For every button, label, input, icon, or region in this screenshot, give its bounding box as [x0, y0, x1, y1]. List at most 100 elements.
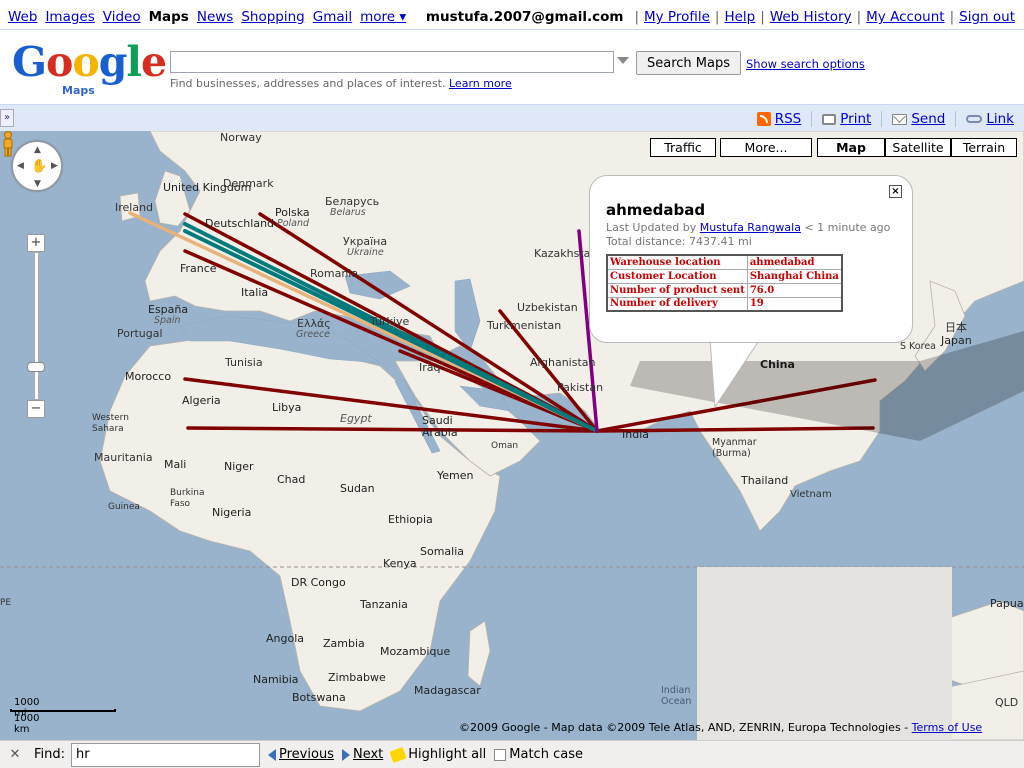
more-layers-button[interactable]: More... — [720, 138, 812, 157]
map-label: Iraq — [419, 361, 441, 374]
total-distance: Total distance: 7437.41 mi — [606, 235, 752, 248]
match-case-checkbox[interactable]: Match case — [494, 747, 583, 762]
search-history-dropdown-icon[interactable] — [617, 57, 629, 64]
arrow-left-icon — [268, 748, 277, 761]
hand-icon[interactable]: ✋ — [31, 159, 47, 174]
show-search-options-link[interactable]: Show search options — [746, 57, 865, 71]
account-nav: mustufa.2007@gmail.com | My Profile | He… — [425, 9, 1015, 25]
pan-down-icon[interactable]: ▼ — [34, 179, 41, 189]
pegman-icon[interactable] — [0, 131, 16, 157]
terms-of-use-link[interactable]: Terms of Use — [912, 721, 983, 734]
map-label: Indian Ocean — [661, 685, 692, 707]
help-link[interactable]: Help — [724, 9, 755, 25]
satellite-view-button[interactable]: Satellite — [885, 138, 951, 157]
map-label: Italia — [241, 286, 269, 299]
author-link[interactable]: Mustufa Rangwala — [700, 221, 801, 234]
zoom-in-button[interactable]: + — [27, 234, 45, 252]
logo-letter: G — [12, 38, 47, 86]
close-icon[interactable]: × — [889, 185, 902, 198]
map-view-button[interactable]: Map — [817, 138, 885, 157]
collapse-panel-button[interactable]: » — [0, 109, 14, 127]
map-label: Mauritania — [94, 451, 153, 464]
send-button[interactable]: Send — [892, 111, 945, 127]
logo-letter: g — [98, 38, 128, 86]
table-row: Warehouse location ahmedabad — [606, 254, 843, 270]
map-label: Romania — [310, 267, 359, 280]
map-label: Greece — [296, 329, 331, 340]
map-label: Sudan — [340, 482, 375, 495]
infowindow-pointer — [709, 339, 761, 409]
find-label: Find: — [34, 747, 66, 762]
map-label: Zimbabwe — [328, 671, 386, 684]
my-profile-link[interactable]: My Profile — [644, 9, 710, 25]
find-input[interactable] — [71, 742, 261, 767]
search-maps-button[interactable]: Search Maps — [636, 51, 741, 75]
map-label: Nigeria — [212, 506, 252, 519]
pan-up-icon[interactable]: ▲ — [34, 145, 41, 155]
close-find-bar-icon[interactable]: ✕ — [8, 747, 22, 762]
map-label: Morocco — [125, 370, 172, 383]
map-label: Uzbekistan — [517, 301, 578, 314]
map-label: Egypt — [340, 412, 372, 425]
web-history-link[interactable]: Web History — [770, 9, 852, 25]
infowindow-shadow — [630, 331, 1024, 441]
logo-sub: Maps — [62, 84, 95, 97]
google-bar: Web Images Video Maps News Shopping Gmai… — [0, 0, 1024, 30]
rss-button[interactable]: RSS — [756, 111, 801, 127]
map-label: Norway — [220, 131, 262, 144]
logo-letter: o — [72, 38, 99, 86]
nav-web[interactable]: Web — [8, 9, 37, 25]
search-input[interactable] — [170, 51, 614, 73]
google-maps-logo[interactable]: Google Maps — [12, 38, 167, 97]
unloaded-map-tile — [697, 567, 952, 740]
print-button[interactable]: Print — [822, 111, 871, 127]
checkbox-icon[interactable] — [494, 748, 507, 761]
my-account-link[interactable]: My Account — [866, 9, 944, 25]
learn-more-link[interactable]: Learn more — [449, 77, 512, 90]
map-label: Papua — [990, 597, 1024, 610]
logo-letter: l — [126, 38, 142, 86]
nav-news[interactable]: News — [197, 9, 233, 25]
map-label: Portugal — [117, 327, 163, 340]
search-header: Google Maps Search Maps Show search opti… — [0, 30, 1024, 104]
map-label: Ukraine — [347, 247, 384, 258]
map-toolbar: » RSS Print Send Link — [0, 104, 1024, 131]
nav-video[interactable]: Video — [103, 9, 141, 25]
highlight-all-button[interactable]: Highlight all — [389, 746, 486, 763]
pan-control[interactable]: ▲ ▼ ◀ ▶ ✋ — [12, 141, 62, 191]
sign-out-link[interactable]: Sign out — [959, 9, 1015, 25]
map-label: Afghanistan — [530, 356, 596, 369]
zoom-slider-track[interactable] — [34, 252, 39, 400]
find-previous-button[interactable]: Previous — [268, 747, 334, 762]
map-label: France — [180, 262, 217, 275]
landmass-uk — [154, 170, 191, 227]
map-label: Burkina Faso — [170, 488, 205, 509]
map-label: Tanzania — [360, 598, 408, 611]
table-row: Number of product sent 76.0 — [606, 282, 843, 298]
zoom-slider-thumb[interactable] — [27, 362, 45, 372]
map-label: Poland — [277, 218, 310, 229]
landmass-madagascar — [467, 620, 491, 687]
zoom-out-button[interactable]: − — [27, 400, 45, 418]
terrain-view-button[interactable]: Terrain — [951, 138, 1017, 157]
traffic-button[interactable]: Traffic — [650, 138, 716, 157]
link-button[interactable]: Link — [966, 111, 1014, 127]
pan-right-icon[interactable]: ▶ — [51, 161, 58, 171]
map-label: Turkmenistan — [487, 319, 562, 332]
map-canvas[interactable]: Norway United Kingdom Denmark Ireland De… — [0, 131, 1024, 740]
info-window-title: ahmedabad — [606, 201, 706, 219]
nav-images[interactable]: Images — [45, 9, 94, 25]
nav-maps-current: Maps — [148, 9, 189, 25]
table-row: Customer Location Shanghai China — [606, 268, 843, 284]
nav-shopping[interactable]: Shopping — [241, 9, 304, 25]
pan-left-icon[interactable]: ◀ — [17, 161, 24, 171]
find-bar: ✕ Find: Previous Next Highlight all Matc… — [0, 740, 1024, 768]
map-label: Ireland — [115, 201, 154, 214]
nav-gmail[interactable]: Gmail — [313, 9, 352, 25]
map-label: QLD — [995, 696, 1019, 709]
find-next-button[interactable]: Next — [341, 747, 383, 762]
map-label: PE — [0, 598, 12, 608]
map-label: Kazakhstan — [534, 247, 598, 260]
map-label: Mali — [164, 458, 187, 471]
nav-more[interactable]: more ▾ — [360, 9, 406, 25]
